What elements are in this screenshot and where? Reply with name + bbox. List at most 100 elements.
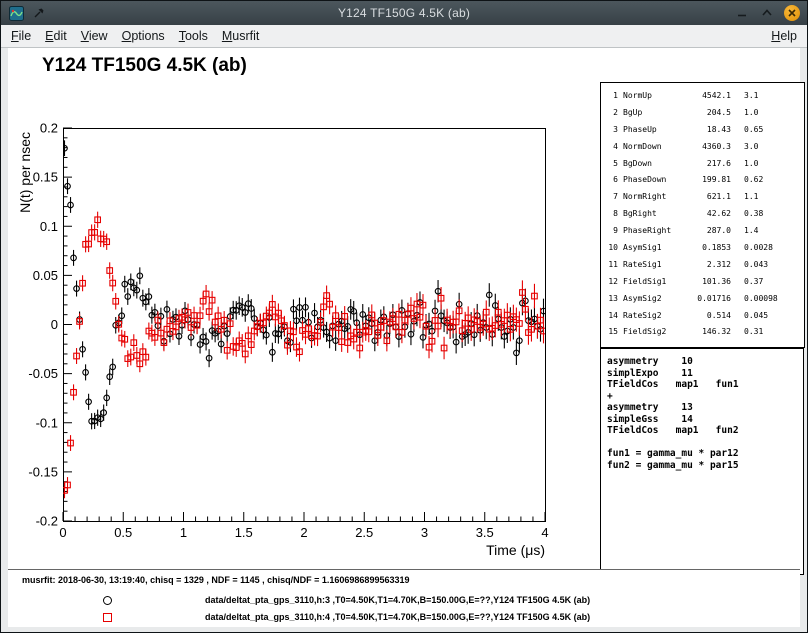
svg-text:2.5: 2.5 [355,525,373,540]
svg-text:0: 0 [51,317,58,332]
parameter-row: 5BgDown217.61.0 [606,155,802,172]
y-axis-title: N(t) per nsec [17,132,33,213]
application-window: Y124 TF150G 4.5K (ab) FileEditViewOption… [0,0,808,633]
theory-line: simplExpo 11 [607,368,803,380]
menu-item-musrfit[interactable]: Musrfit [215,27,267,45]
parameter-val: 0.514 [685,311,731,320]
parameter-name: FieldSig2 [623,327,685,336]
svg-text:2: 2 [300,525,307,540]
parameter-row: 6PhaseDown199.810.62 [606,171,802,188]
legend-marker-circle-icon [103,596,112,605]
parameter-num: 10 [606,243,618,252]
parameter-val: 204.5 [685,108,731,117]
svg-text:-0.1: -0.1 [36,415,58,430]
parameter-num: 2 [606,108,618,117]
legend-marker-square-icon [103,613,112,622]
parameter-err: 0.31 [744,327,763,336]
parameter-name: FieldSig1 [623,277,685,286]
data-series-circle [62,140,547,429]
menu-item-help[interactable]: Help [764,27,804,45]
parameter-err: 1.1 [744,192,758,201]
parameter-num: 3 [606,125,618,134]
parameter-row: 15FieldSig2146.320.31 [606,323,802,340]
menu-item-options[interactable]: Options [115,27,172,45]
parameter-val: 0.1853 [685,243,731,252]
parameter-row: 13 AsymSig20.01716 0.00098 [606,290,802,307]
parameter-name: PhaseDown [623,175,685,184]
close-button[interactable] [784,5,800,21]
parameter-name: BgRight [623,209,685,218]
parameter-val: 18.43 [685,125,731,134]
root-canvas[interactable]: Y124 TF150G 4.5K (ab) 00.511.522.533.54-… [8,48,800,627]
svg-text:0.05: 0.05 [33,268,58,283]
fit-statistics: musrfit: 2018-06-30, 13:19:40, chisq = 1… [22,575,409,585]
titlebar[interactable]: Y124 TF150G 4.5K (ab) [1,1,807,25]
parameter-err: 0.65 [744,125,763,134]
parameter-num: 14 [606,311,618,320]
parameter-num: 15 [606,327,618,336]
parameter-row: 7NormRight621.11.1 [606,188,802,205]
parameter-val: 0.01716 [685,294,731,303]
asymmetry-plot[interactable]: 00.511.522.533.54-0.2-0.15-0.1-0.0500.05… [8,48,600,569]
svg-text:0: 0 [59,525,66,540]
parameter-row: 8BgRight42.620.38 [606,205,802,222]
parameter-row: 4NormDown4360.33.0 [606,138,802,155]
theory-line [607,437,803,449]
parameter-err: 0.00098 [744,294,778,303]
parameter-num: 6 [606,175,618,184]
theory-line: + [607,391,803,403]
parameter-err: 0.045 [744,311,768,320]
svg-text:-0.05: -0.05 [28,366,58,381]
parameter-row: 9 PhaseRight287.0 1.4 [606,222,802,239]
parameter-err: 0.38 [744,209,763,218]
pin-icon [31,5,47,21]
parameter-val: 101.36 [685,277,731,286]
parameter-row: 10AsymSig10.18530.0028 [606,239,802,256]
svg-text:0.15: 0.15 [33,170,58,185]
parameter-num: 5 [606,159,618,168]
svg-text:0.1: 0.1 [40,219,58,234]
parameter-err: 1.0 [744,159,758,168]
minimize-button[interactable] [734,5,750,21]
parameter-val: 217.6 [685,159,731,168]
parameter-num: 4 [606,142,618,151]
parameter-err: 3.1 [744,91,758,100]
legend: data/deltat_pta_gps_3110,h:3 ,T0=4.50K,T… [8,587,800,627]
parameter-val: 621.1 [685,192,731,201]
x-axis-title: Time (μs) [486,542,545,558]
parameter-name: AsymSig1 [623,243,685,252]
parameter-name: NormUp [623,91,685,100]
parameter-name: NormRight [623,192,685,201]
parameter-err: 0.62 [744,175,763,184]
parameter-name: PhaseRight [623,226,685,235]
parameter-err: 1.4 [744,226,758,235]
menu-item-view[interactable]: View [74,27,115,45]
parameter-row: 12FieldSig1101.360.37 [606,273,802,290]
plot-footer: musrfit: 2018-06-30, 13:19:40, chisq = 1… [8,569,800,627]
maximize-button[interactable] [759,5,775,21]
theory-line: asymmetry 10 [607,356,803,368]
parameter-row: 11RateSig12.3120.043 [606,256,802,273]
svg-text:3.5: 3.5 [476,525,494,540]
parameter-val: 4542.1 [685,91,731,100]
menu-item-tools[interactable]: Tools [172,27,215,45]
parameter-val: 287.0 [685,226,731,235]
svg-text:1: 1 [180,525,187,540]
app-icon [8,5,24,21]
parameter-num: 9 [606,226,618,235]
theory-line: TFieldCos map1 fun2 [607,425,803,437]
menu-item-file[interactable]: File [4,27,38,45]
theory-function-box[interactable]: asymmetry 10simplExpo 11 TFieldCos map1 f… [600,348,804,575]
parameter-val: 4360.3 [685,142,731,151]
menu-item-edit[interactable]: Edit [38,27,74,45]
svg-text:1.5: 1.5 [235,525,253,540]
parameter-name: BgUp [623,108,685,117]
theory-line: fun1 = gamma_mu * par12 [607,448,803,460]
fit-parameters-box[interactable]: 1NormUp4542.13.12BgUp204.51.03PhaseUp18.… [600,82,805,348]
legend-entry: data/deltat_pta_gps_3110,h:4 ,T0=4.50K,T… [8,609,800,626]
parameter-name: RateSig1 [623,260,685,269]
parameter-row: 1NormUp4542.13.1 [606,87,802,104]
parameter-name: AsymSig2 [623,294,685,303]
parameter-num: 11 [606,260,618,269]
parameter-num: 13 [606,294,618,303]
